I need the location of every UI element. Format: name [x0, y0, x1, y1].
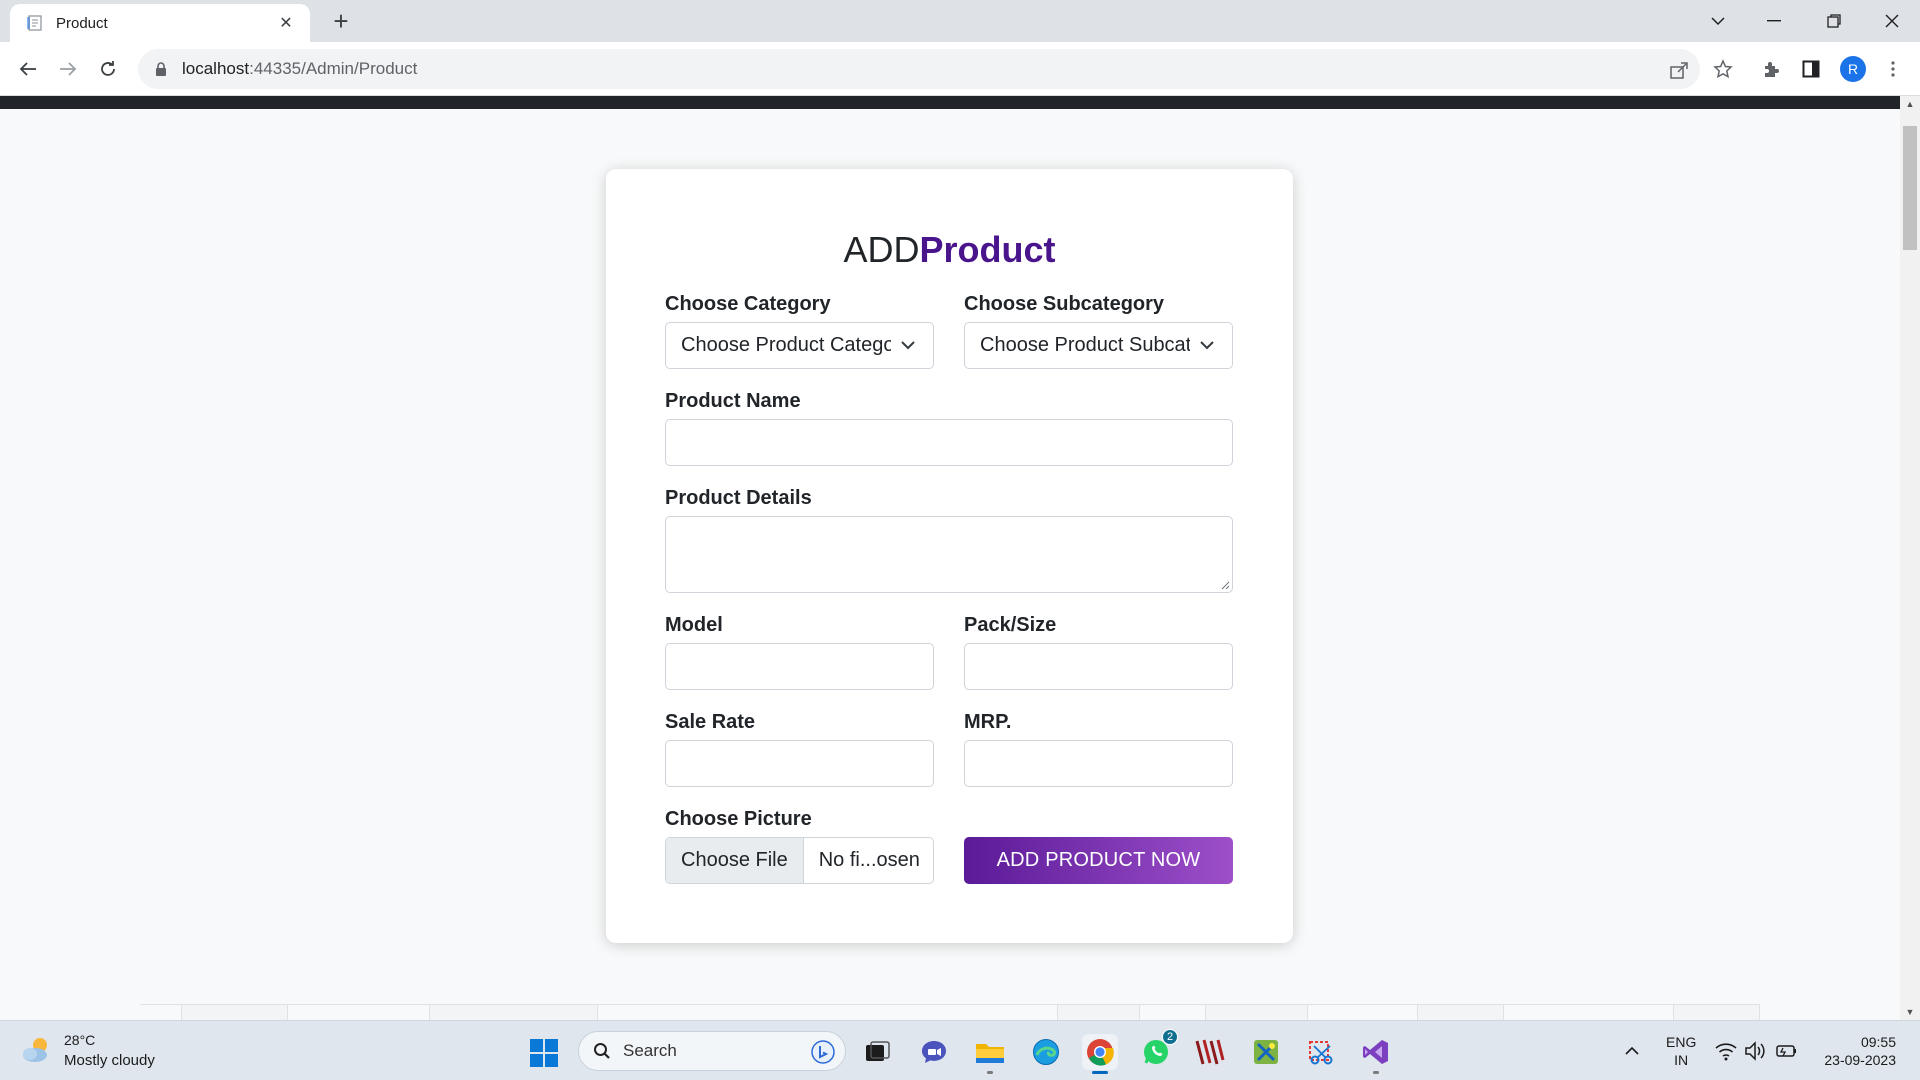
running-indicator: [1373, 1071, 1379, 1074]
profile-avatar[interactable]: R: [1840, 56, 1866, 82]
side-panel-icon[interactable]: [1798, 56, 1824, 82]
add-product-card: ADDProduct Choose Category Choose Produc…: [606, 169, 1293, 943]
mrp-input[interactable]: [964, 740, 1233, 787]
whatsapp-icon[interactable]: 2: [1138, 1029, 1178, 1070]
resize-grip-icon[interactable]: [1220, 580, 1230, 590]
model-input[interactable]: [665, 643, 934, 690]
task-view-icon[interactable]: [860, 1034, 896, 1070]
browser-toolbar: localhost:44335/Admin/Product R: [0, 42, 1920, 96]
whatsapp-unread-badge: 2: [1162, 1029, 1178, 1045]
search-label: Search: [623, 1041, 677, 1060]
url-host: localhost: [182, 59, 250, 78]
windows-start-icon[interactable]: [529, 1038, 559, 1068]
sale-rate-label: Sale Rate: [665, 711, 756, 733]
edge-browser-icon[interactable]: [1028, 1034, 1064, 1070]
new-tab-button[interactable]: +: [326, 6, 356, 36]
lang-code: ENG: [1666, 1034, 1697, 1050]
bookmark-star-icon[interactable]: [1710, 56, 1736, 82]
lang-region: IN: [1674, 1052, 1689, 1068]
page-favicon-icon: [26, 14, 44, 32]
picture-file-input[interactable]: Choose File No fi...osen: [665, 837, 934, 884]
snipping-tool-icon[interactable]: [1302, 1034, 1338, 1070]
active-indicator: [1092, 1071, 1108, 1074]
forward-button[interactable]: [52, 53, 84, 85]
category-label: Choose Category: [665, 293, 831, 315]
product-details-textarea[interactable]: [665, 516, 1233, 593]
chevron-down-icon: [901, 341, 915, 350]
teams-chat-icon[interactable]: [916, 1034, 952, 1070]
tab-search-icon[interactable]: [1690, 0, 1746, 42]
page-title: ADDProduct: [606, 229, 1293, 271]
system-clock[interactable]: 09:55 23-09-2023: [1824, 1033, 1896, 1069]
volume-icon[interactable]: [1744, 1040, 1768, 1062]
search-icon: [594, 1043, 610, 1059]
file-explorer-icon[interactable]: [972, 1034, 1008, 1074]
site-navbar: [0, 96, 1900, 109]
pack-size-label: Pack/Size: [964, 614, 1057, 636]
taskbar: 28°C Mostly cloudy Search 2 ENG IN 09:55…: [0, 1020, 1920, 1080]
scroll-thumb[interactable]: [1903, 126, 1917, 250]
weather-temperature: 28°C: [64, 1032, 96, 1048]
share-icon[interactable]: [1668, 59, 1690, 81]
address-bar[interactable]: localhost:44335/Admin/Product: [138, 49, 1700, 89]
model-label: Model: [665, 614, 723, 636]
browser-tab-strip: Product ✕ +: [0, 0, 1920, 42]
weather-cloud-sun-icon[interactable]: [20, 1035, 54, 1065]
add-product-button[interactable]: ADD PRODUCT NOW: [964, 837, 1233, 884]
product-name-label: Product Name: [665, 390, 801, 412]
tab-title: Product: [56, 14, 108, 32]
restore-button[interactable]: [1806, 0, 1862, 42]
chevron-down-icon: [1200, 341, 1214, 350]
extensions-icon[interactable]: [1758, 56, 1784, 82]
scroll-up-icon[interactable]: ▲: [1900, 96, 1920, 112]
input-language-indicator[interactable]: ENG IN: [1666, 1033, 1696, 1069]
back-button[interactable]: [12, 53, 44, 85]
mrp-label: MRP.: [964, 711, 1012, 733]
product-name-input[interactable]: [665, 419, 1233, 466]
show-hidden-icons-chevron-icon[interactable]: [1622, 1041, 1642, 1061]
bing-chat-icon[interactable]: [811, 1040, 835, 1064]
choose-file-button[interactable]: Choose File: [666, 838, 804, 883]
subcategory-select[interactable]: Choose Product Subcategory: [964, 322, 1233, 369]
weather-description: Mostly cloudy: [64, 1052, 155, 1069]
menu-kebab-icon[interactable]: [1880, 56, 1906, 82]
pack-size-input[interactable]: [964, 643, 1233, 690]
minimize-button[interactable]: [1746, 0, 1802, 42]
category-select-value: Choose Product Category: [681, 334, 891, 356]
tab-close-icon[interactable]: ✕: [276, 13, 296, 33]
scroll-down-icon[interactable]: ▼: [1900, 1004, 1920, 1020]
clock-date: 23-09-2023: [1824, 1052, 1896, 1068]
winrar-icon[interactable]: [1192, 1034, 1228, 1070]
heading-accent: Product: [919, 229, 1056, 270]
subcategory-select-value: Choose Product Subcategory: [980, 334, 1190, 356]
wifi-icon[interactable]: [1714, 1040, 1738, 1062]
lock-icon[interactable]: [152, 60, 170, 78]
close-window-button[interactable]: [1864, 0, 1920, 42]
file-status-text: No fi...osen: [818, 849, 920, 871]
heading-plain: ADD: [843, 229, 920, 270]
running-indicator: [987, 1071, 993, 1074]
reload-button[interactable]: [92, 53, 124, 85]
subcategory-label: Choose Subcategory: [964, 293, 1165, 315]
clock-time: 09:55: [1860, 1034, 1896, 1050]
battery-icon[interactable]: [1774, 1040, 1798, 1062]
sale-rate-input[interactable]: [665, 740, 934, 787]
visual-studio-icon[interactable]: [1358, 1034, 1394, 1074]
tools-icon[interactable]: [1248, 1034, 1284, 1070]
product-details-label: Product Details: [665, 487, 812, 509]
browser-tab[interactable]: Product ✕: [10, 4, 310, 42]
page-viewport: ADDProduct Choose Category Choose Produc…: [0, 96, 1900, 1020]
taskbar-search[interactable]: Search: [578, 1031, 846, 1071]
product-table-header: [140, 1004, 1760, 1020]
page-scrollbar[interactable]: ▲ ▼: [1900, 96, 1920, 1020]
category-select[interactable]: Choose Product Category: [665, 322, 934, 369]
picture-label: Choose Picture: [665, 808, 812, 830]
chrome-browser-icon[interactable]: [1082, 1034, 1118, 1074]
url-path: :44335/Admin/Product: [249, 59, 418, 78]
